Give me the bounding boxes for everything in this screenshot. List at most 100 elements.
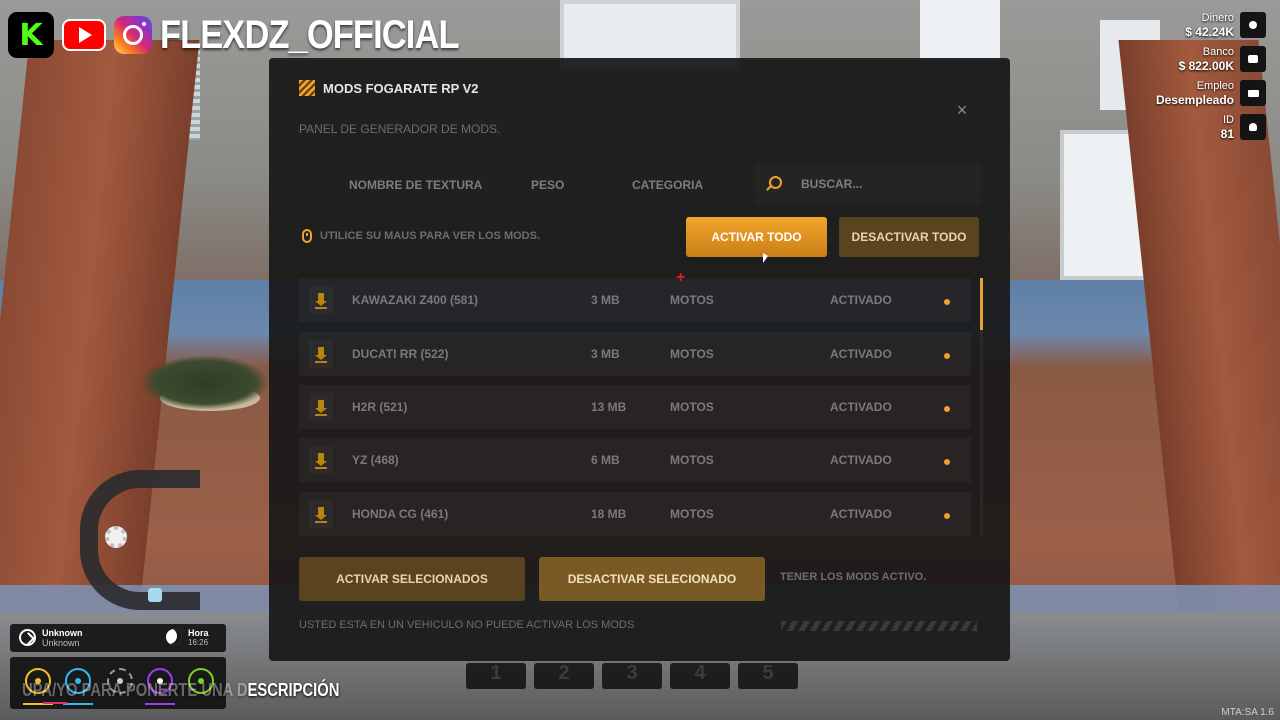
- loading-stripe: [781, 621, 977, 631]
- vehicle-warning: USTED ESTA EN UN VEHICULO NO PUEDE ACTIV…: [299, 619, 635, 631]
- stat-label: Dinero: [1201, 11, 1234, 24]
- mods-panel: MODS FOGARATE RP V2 × PANEL DE GENERADOR…: [269, 58, 1010, 661]
- mod-category: MOTOS: [670, 453, 714, 467]
- search-icon: [769, 176, 782, 189]
- stat-id: ID 81: [1096, 110, 1266, 144]
- stat-value: $ 822.00K: [1178, 58, 1234, 73]
- shirt-icon: [148, 588, 162, 602]
- stat-label: ID: [1223, 113, 1234, 126]
- panel-subtitle: PANEL DE GENERADOR DE MODS.: [299, 122, 501, 136]
- stat-label: Empleo: [1196, 79, 1234, 92]
- bank-icon: [1240, 46, 1266, 72]
- thirst-bar: [63, 703, 93, 705]
- usage-hint: UTILICE SU MAUS PARA VER LOS MODS.: [302, 229, 540, 243]
- download-icon[interactable]: [309, 393, 333, 421]
- hotbar-slot[interactable]: 3: [602, 663, 662, 689]
- mod-size: 3 MB: [591, 293, 620, 307]
- mod-status: ACTIVADO: [830, 293, 892, 307]
- crosshair-icon: +: [676, 269, 686, 286]
- mod-name: HONDA CG (461): [352, 507, 449, 521]
- game-version: MTA:SA 1.6: [1221, 707, 1274, 718]
- location-sub: Unknown: [42, 638, 80, 648]
- time-label: Hora: [188, 628, 209, 638]
- plant: [140, 355, 270, 410]
- moon-icon: [166, 629, 182, 645]
- close-button[interactable]: ×: [950, 98, 974, 122]
- mod-list-scrollbar[interactable]: [980, 278, 983, 536]
- overlay-text-faded: UPA/YO PARA PONERTE UNA D: [22, 680, 248, 700]
- status-dot-icon: [944, 353, 950, 359]
- hint-text: UTILICE SU MAUS PARA VER LOS MODS.: [320, 230, 541, 242]
- stamina-bar: [145, 703, 175, 705]
- column-category[interactable]: CATEGORIA: [632, 178, 703, 192]
- mod-size: 3 MB: [591, 347, 620, 361]
- mod-status: ACTIVADO: [830, 347, 892, 361]
- stat-value: Desempleado: [1155, 92, 1234, 107]
- gear-icon: [105, 526, 127, 548]
- mouse-cursor-icon: [763, 253, 768, 263]
- mod-size: 6 MB: [591, 453, 620, 467]
- location-time-box: Unknown Unknown Hora 16:26: [10, 624, 226, 652]
- status-dot-icon: [944, 513, 950, 519]
- panel-title: MODS FOGARATE RP V2: [323, 80, 479, 96]
- stat-bank: Banco $ 822.00K: [1096, 42, 1266, 76]
- streamer-brand: K FLEXDZ_OFFICIAL: [8, 12, 507, 58]
- column-name[interactable]: NOMBRE DE TEXTURA: [349, 178, 482, 192]
- scrollbar-thumb[interactable]: [980, 278, 983, 330]
- stat-money: Dinero $ 42.24K: [1096, 8, 1266, 42]
- kick-logo-icon: K: [8, 12, 54, 58]
- hotbar-slot[interactable]: 1: [466, 663, 526, 689]
- hotbar-slot[interactable]: 4: [670, 663, 730, 689]
- mod-category: MOTOS: [670, 293, 714, 307]
- mod-name: KAWAZAKI Z400 (581): [352, 293, 479, 307]
- motorcycle-shape: [80, 470, 200, 610]
- stat-value: $ 42.24K: [1185, 24, 1234, 39]
- stat-value: 81: [1220, 126, 1234, 141]
- disc-icon: [1240, 12, 1266, 38]
- search-box: [755, 164, 981, 204]
- mod-row[interactable]: KAWAZAKI Z400 (581) 3 MB MOTOS ACTIVADO: [299, 278, 971, 322]
- mod-row[interactable]: DUCATI RR (522) 3 MB MOTOS ACTIVADO: [299, 332, 971, 376]
- download-icon[interactable]: [309, 446, 333, 474]
- channel-name: FLEXDZ_OFFICIAL: [160, 12, 459, 57]
- time-value: 16:26: [188, 638, 209, 647]
- mod-row[interactable]: H2R (521) 13 MB MOTOS ACTIVADO: [299, 385, 971, 429]
- mod-category: MOTOS: [670, 507, 714, 521]
- player-stats-hud: Dinero $ 42.24K Banco $ 822.00K Empleo Dese…: [1096, 8, 1266, 144]
- hotbar: 1 2 3 4 5: [466, 663, 798, 689]
- deactivate-selected-button[interactable]: DESACTIVAR SELECIONADO: [539, 557, 765, 601]
- search-input[interactable]: [801, 174, 971, 194]
- mod-row[interactable]: YZ (468) 6 MB MOTOS ACTIVADO: [299, 438, 971, 482]
- mod-size: 18 MB: [591, 507, 627, 521]
- status-dot-icon: [944, 299, 950, 305]
- mod-name: YZ (468): [352, 453, 399, 467]
- activate-all-button[interactable]: ACTIVAR TODO: [686, 217, 827, 257]
- column-headers: NOMBRE DE TEXTURA PESO CATEGORIA: [299, 164, 981, 204]
- mod-name: DUCATI RR (522): [352, 347, 449, 361]
- mod-status: ACTIVADO: [830, 507, 892, 521]
- hotbar-slot[interactable]: 2: [534, 663, 594, 689]
- mod-status: ACTIVADO: [830, 400, 892, 414]
- location-name: Unknown: [42, 628, 83, 638]
- mod-category: MOTOS: [670, 347, 714, 361]
- stat-job: Empleo Desempleado: [1096, 76, 1266, 110]
- stat-label: Banco: [1202, 45, 1234, 58]
- briefcase-icon: [1240, 80, 1266, 106]
- mod-row[interactable]: HONDA CG (461) 18 MB MOTOS ACTIVADO: [299, 492, 971, 536]
- column-size[interactable]: PESO: [531, 178, 564, 192]
- hotbar-slot[interactable]: 5: [738, 663, 798, 689]
- footer-note: TENER LOS MODS ACTIVO.: [780, 571, 927, 583]
- download-icon[interactable]: [309, 286, 333, 314]
- overlay-text: ESCRIPCIÓN: [247, 680, 340, 700]
- mod-name: H2R (521): [352, 400, 408, 414]
- armor-bar: [43, 702, 67, 704]
- download-icon[interactable]: [309, 340, 333, 368]
- status-dot-icon: [944, 406, 950, 412]
- compass-icon: [19, 629, 36, 646]
- download-icon[interactable]: [309, 500, 333, 528]
- activate-selected-button[interactable]: ACTIVAR SELECIONADOS: [299, 557, 525, 601]
- deactivate-all-button[interactable]: DESACTIVAR TODO: [839, 217, 979, 257]
- mod-category: MOTOS: [670, 400, 714, 414]
- panel-header: MODS FOGARATE RP V2: [299, 80, 479, 96]
- mouse-icon: [302, 229, 312, 243]
